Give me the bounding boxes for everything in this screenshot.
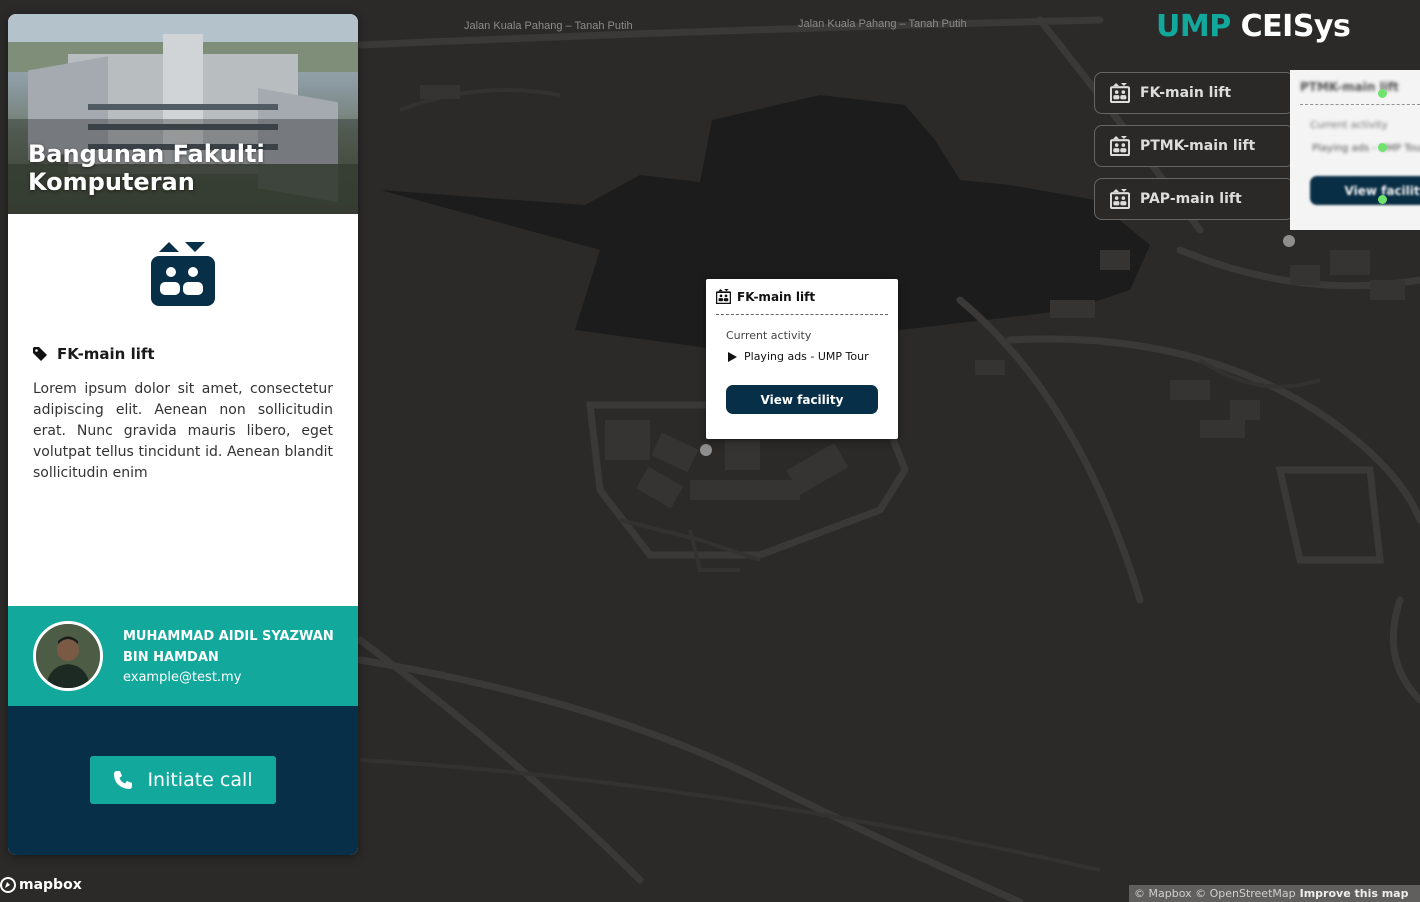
brand-ceisys: CEISys (1240, 9, 1351, 44)
elevator-icon (1110, 83, 1130, 103)
mapbox-label: mapbox (19, 877, 82, 893)
facility-description: Lorem ipsum dolor sit amet, consectetur … (33, 381, 333, 481)
secondary-popup: PTMK-main lift Current activity Playing … (1290, 70, 1420, 230)
lift-item-ptmk[interactable]: PTMK-main lift (1094, 125, 1294, 167)
status-dot (1378, 195, 1387, 204)
activity-text: Playing ads - UMP Tour (744, 350, 869, 363)
lift-item-label: PTMK-main lift (1140, 138, 1256, 154)
popup-header: FK-main lift (716, 279, 888, 315)
attribution-text[interactable]: © Mapbox © OpenStreetMap (1134, 887, 1296, 900)
avatar (33, 621, 103, 691)
call-label: Initiate call (147, 769, 253, 791)
call-section: Initiate call (8, 706, 358, 855)
lift-item-label: FK-main lift (1140, 85, 1232, 101)
secondary-popup-subtitle: Current activity (1310, 120, 1388, 131)
status-dot (1378, 143, 1387, 152)
contact-person: MUHAMMAD AIDIL SYAZWAN BIN HAMDAN exampl… (8, 606, 358, 706)
phone-icon (114, 771, 133, 789)
secondary-popup-activity: Playing ads - UMP Tour (1312, 143, 1420, 154)
contact-email[interactable]: example@test.my (123, 668, 338, 687)
facility-name: FK-main lift (33, 345, 155, 363)
facility-name-label: FK-main lift (57, 345, 155, 363)
road-label: Jalan Kuala Pahang – Tanah Putih (798, 18, 967, 30)
facility-card: Bangunan Fakulti Komputeran FK-main lift… (8, 14, 358, 855)
divider (1300, 104, 1420, 105)
road-label: Jalan Kuala Pahang – Tanah Putih (464, 20, 633, 32)
secondary-view-facility-button[interactable]: View facility (1310, 176, 1420, 205)
elevator-icon (151, 242, 215, 306)
view-facility-button[interactable]: View facility (726, 385, 878, 414)
mapbox-logo[interactable]: mapbox (0, 877, 82, 893)
mapbox-icon (0, 877, 16, 893)
person-photo (36, 624, 100, 688)
brand-ump: UMP (1156, 9, 1231, 44)
improve-map-link[interactable]: Improve this map (1300, 887, 1409, 900)
play-icon (728, 351, 737, 362)
app-logo: UMP CEISys (1156, 9, 1351, 44)
lift-list: FK-main lift PTMK-main lift PAP-main lif… (1094, 72, 1294, 231)
popup-title: FK-main lift (737, 289, 816, 304)
facility-details: FK-main lift Lorem ipsum dolor sit amet,… (8, 214, 358, 606)
map-attribution: © Mapbox © OpenStreetMap Improve this ma… (1129, 885, 1420, 902)
lift-item-pap[interactable]: PAP-main lift (1094, 178, 1294, 220)
lift-item-label: PAP-main lift (1140, 191, 1242, 207)
facility-popup: FK-main lift Current activity Playing ad… (706, 279, 898, 439)
popup-activity: Playing ads - UMP Tour (728, 350, 898, 363)
elevator-icon (1110, 136, 1130, 156)
building-photo: Bangunan Fakulti Komputeran (8, 14, 358, 214)
building-title: Bangunan Fakulti Komputeran (28, 140, 265, 196)
status-dot (1378, 89, 1387, 98)
elevator-icon (1110, 189, 1130, 209)
elevator-icon (716, 289, 731, 304)
tag-icon (33, 347, 47, 361)
initiate-call-button[interactable]: Initiate call (90, 756, 276, 804)
contact-name: MUHAMMAD AIDIL SYAZWAN BIN HAMDAN (123, 628, 334, 665)
popup-subtitle: Current activity (726, 329, 812, 342)
lift-item-fk[interactable]: FK-main lift (1094, 72, 1294, 114)
